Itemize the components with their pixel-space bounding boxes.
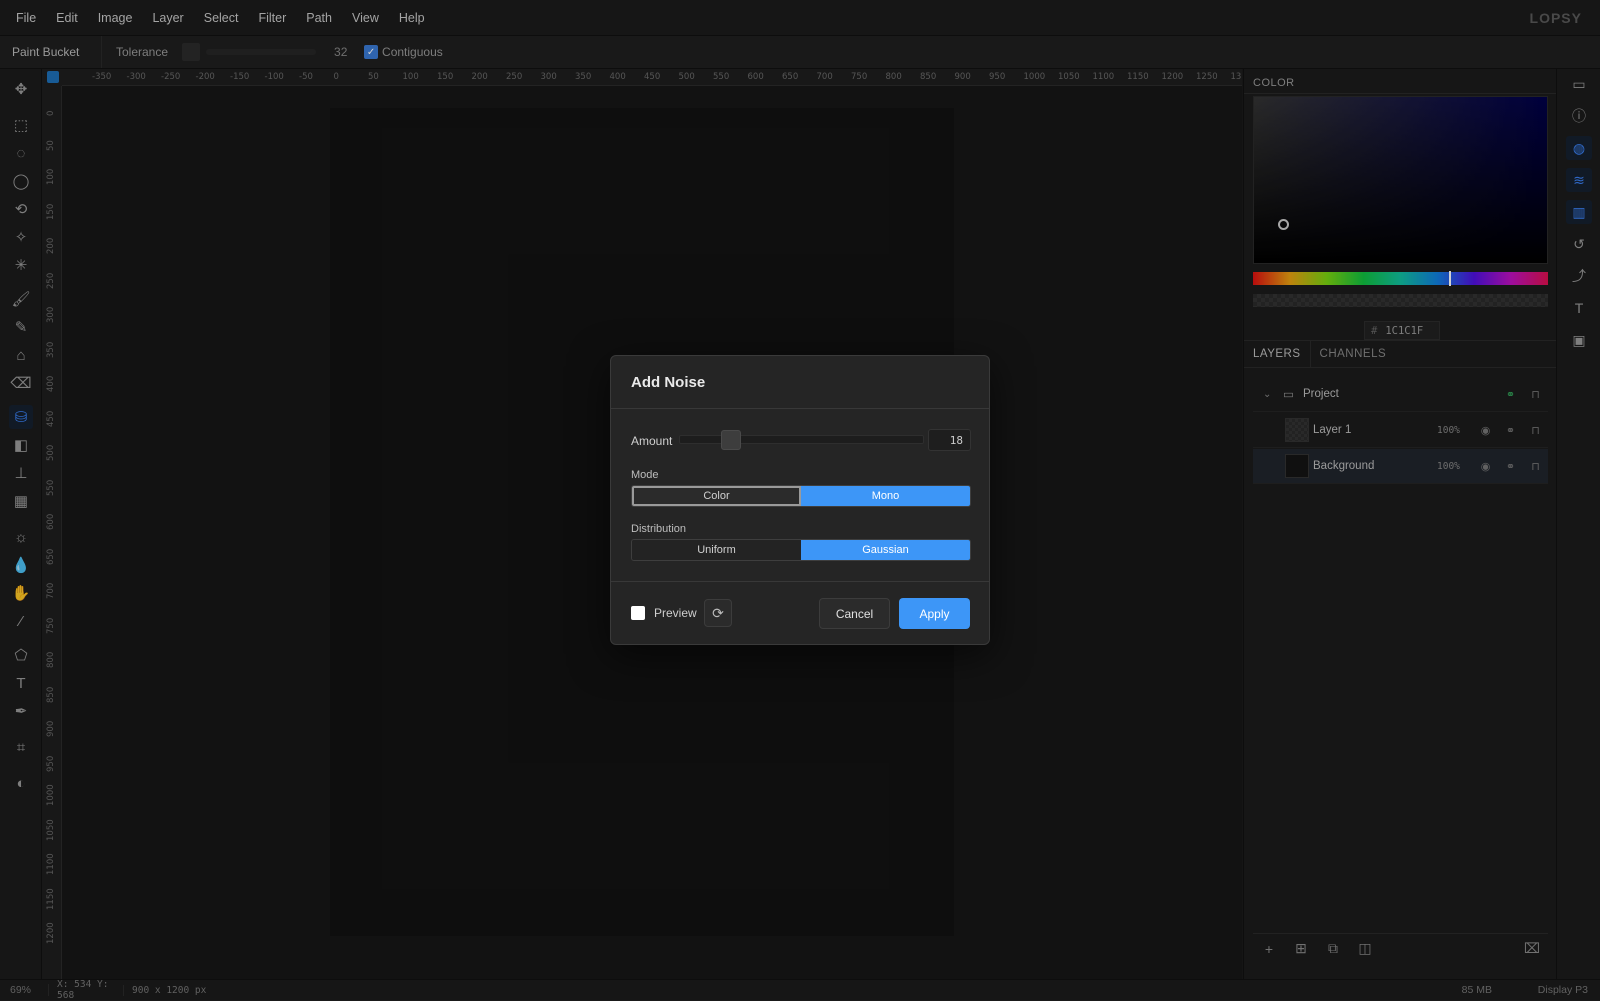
distribution-label: Distribution: [631, 523, 687, 535]
distribution-gaussian-button[interactable]: Gaussian: [801, 540, 970, 560]
refresh-icon[interactable]: ⟳: [704, 599, 732, 627]
distribution-segmented-control: Uniform Gaussian: [631, 539, 971, 561]
divider: [611, 408, 989, 409]
dialog-title: Add Noise: [631, 374, 706, 391]
amount-input[interactable]: 18: [928, 429, 971, 451]
mode-mono-button[interactable]: Mono: [801, 486, 970, 506]
apply-button[interactable]: Apply: [899, 598, 970, 629]
amount-label: Amount: [631, 434, 673, 448]
preview-label: Preview: [654, 606, 697, 620]
mode-segmented-control: Color Mono: [631, 485, 971, 507]
mode-label: Mode: [631, 469, 659, 481]
add-noise-dialog: Add Noise Amount 18 Mode Color Mono Dist…: [610, 355, 990, 645]
divider: [611, 581, 989, 582]
distribution-uniform-button[interactable]: Uniform: [632, 540, 801, 560]
mode-color-button[interactable]: Color: [632, 486, 801, 506]
preview-checkbox[interactable]: [631, 606, 645, 620]
amount-slider-handle[interactable]: [721, 430, 741, 450]
cancel-button[interactable]: Cancel: [819, 598, 890, 629]
amount-slider[interactable]: [679, 430, 924, 450]
